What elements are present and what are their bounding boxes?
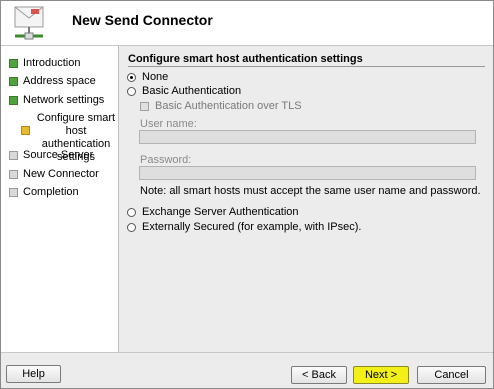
step-label: Completion	[23, 186, 79, 198]
password-input[interactable]	[139, 166, 476, 180]
radio-selected-icon[interactable]	[127, 72, 136, 82]
step-new-connector: New Connector	[9, 168, 99, 182]
auth-note: Note: all smart hosts must accept the sa…	[140, 185, 481, 197]
section-divider	[128, 66, 485, 67]
step-pending-icon	[9, 151, 18, 160]
step-pending-icon	[9, 170, 18, 179]
checkbox-basic-auth-over-tls[interactable]: Basic Authentication over TLS	[140, 100, 302, 112]
wizard-steps-sidebar: Introduction Address space Network setti…	[1, 46, 117, 352]
section-title: Configure smart host authentication sett…	[128, 53, 363, 65]
step-complete-icon	[9, 59, 18, 68]
step-smart-host-auth: Configure smart host authentication sett…	[21, 112, 117, 163]
wizard-content-panel: Configure smart host authentication sett…	[118, 46, 493, 352]
step-label: Source Server	[23, 149, 94, 161]
send-connector-icon	[14, 6, 44, 40]
radio-unselected-icon[interactable]	[127, 222, 136, 232]
next-button[interactable]: Next >	[353, 366, 409, 384]
wizard-window: New Send Connector Introduction Address …	[0, 0, 494, 389]
radio-unselected-icon[interactable]	[127, 86, 136, 96]
step-pending-icon	[9, 188, 18, 197]
step-address-space: Address space	[9, 75, 96, 89]
back-button[interactable]: < Back	[291, 366, 347, 384]
step-complete-icon	[9, 77, 18, 86]
radio-none[interactable]: None	[127, 71, 168, 83]
step-completion: Completion	[9, 186, 79, 200]
user-name-input[interactable]	[139, 130, 476, 144]
wizard-title: New Send Connector	[72, 12, 213, 28]
radio-label[interactable]: None	[142, 71, 168, 83]
radio-unselected-icon[interactable]	[127, 207, 136, 217]
wizard-footer: Help < Back Next > Cancel	[1, 352, 493, 388]
checkbox-disabled-icon[interactable]	[140, 101, 149, 111]
password-label: Password:	[140, 154, 192, 166]
step-label: Network settings	[23, 94, 105, 106]
radio-exchange-server-authentication[interactable]: Exchange Server Authentication	[127, 206, 299, 218]
radio-label[interactable]: Basic Authentication	[142, 85, 241, 97]
radio-externally-secured[interactable]: Externally Secured (for example, with IP…	[127, 221, 361, 233]
checkbox-label[interactable]: Basic Authentication over TLS	[155, 100, 302, 112]
user-name-label: User name:	[140, 118, 197, 130]
step-network-settings: Network settings	[9, 94, 104, 108]
step-label-line: host authentication	[41, 125, 111, 150]
radio-basic-authentication[interactable]: Basic Authentication	[127, 85, 241, 97]
step-label: Introduction	[23, 57, 81, 69]
step-label-line: Configure smart	[36, 112, 116, 124]
step-current-icon	[21, 126, 30, 135]
step-source-server: Source Server	[9, 149, 93, 163]
step-complete-icon	[9, 96, 18, 105]
radio-label[interactable]: Externally Secured (for example, with IP…	[142, 221, 361, 233]
step-label: Address space	[23, 75, 96, 87]
step-label: New Connector	[23, 168, 99, 180]
wizard-header: New Send Connector	[1, 1, 493, 45]
cancel-button[interactable]: Cancel	[417, 366, 486, 384]
help-button[interactable]: Help	[6, 365, 61, 383]
step-introduction: Introduction	[9, 57, 80, 71]
radio-label[interactable]: Exchange Server Authentication	[142, 206, 299, 218]
